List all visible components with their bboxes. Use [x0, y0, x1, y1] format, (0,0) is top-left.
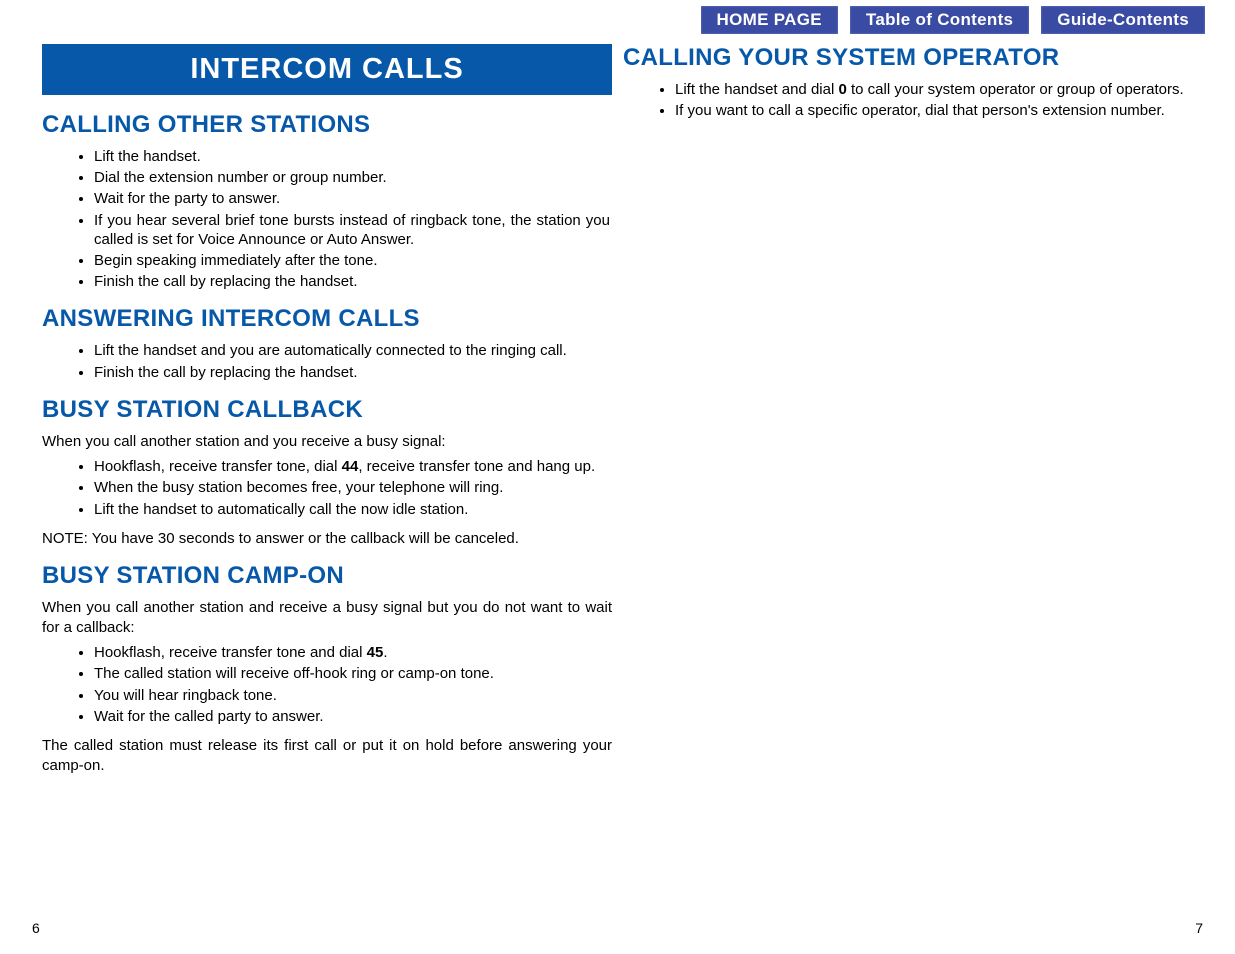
list-item: When the busy station becomes free, your…: [94, 478, 612, 497]
list-item: Wait for the party to answer.: [94, 189, 612, 208]
page-number-left: 6: [32, 920, 40, 936]
list-item: If you want to call a specific operator,…: [675, 101, 1193, 120]
list-item: Begin speaking immediately after the ton…: [94, 251, 612, 270]
list-item: The called station will receive off-hook…: [94, 664, 612, 683]
list-item: Lift the handset and dial 0 to call your…: [675, 80, 1193, 99]
guide-contents-button[interactable]: Guide-Contents: [1041, 6, 1205, 34]
list-item: Lift the handset and you are automatical…: [94, 341, 612, 360]
list-item: Finish the call by replacing the handset…: [94, 272, 612, 291]
table-of-contents-button[interactable]: Table of Contents: [850, 6, 1029, 34]
list-calling-other-stations: Lift the handset. Dial the extension num…: [42, 147, 612, 291]
page-number-right: 7: [1195, 920, 1203, 936]
list-item: Lift the handset to automatically call t…: [94, 500, 612, 519]
list-answering-intercom: Lift the handset and you are automatical…: [42, 341, 612, 381]
section-title-busy-campon: BUSY STATION CAMP-ON: [42, 562, 612, 590]
list-busy-campon: Hookflash, receive transfer tone and dia…: [42, 643, 612, 726]
list-item: Hookflash, receive transfer tone and dia…: [94, 643, 612, 662]
right-page: CALLING YOUR SYSTEM OPERATOR Lift the ha…: [623, 44, 1193, 130]
page-banner: INTERCOM CALLS: [42, 44, 612, 95]
list-item: If you hear several brief tone bursts in…: [94, 211, 612, 249]
home-page-button[interactable]: HOME PAGE: [701, 6, 838, 34]
intro-text: When you call another station and receiv…: [42, 598, 612, 637]
list-item: Finish the call by replacing the handset…: [94, 363, 612, 382]
nav-bar: HOME PAGE Table of Contents Guide-Conten…: [701, 6, 1205, 34]
note-text: NOTE: You have 30 seconds to answer or t…: [42, 529, 612, 549]
list-item: Wait for the called party to answer.: [94, 707, 612, 726]
left-page: INTERCOM CALLS CALLING OTHER STATIONS Li…: [42, 44, 612, 785]
list-item: Hookflash, receive transfer tone, dial 4…: [94, 457, 612, 476]
section-title-answering-intercom: ANSWERING INTERCOM CALLS: [42, 305, 612, 333]
list-item: Dial the extension number or group numbe…: [94, 168, 612, 187]
list-item: You will hear ringback tone.: [94, 686, 612, 705]
section-title-busy-callback: BUSY STATION CALLBACK: [42, 396, 612, 424]
list-busy-callback: Hookflash, receive transfer tone, dial 4…: [42, 457, 612, 519]
intro-text: When you call another station and you re…: [42, 432, 612, 452]
list-item: Lift the handset.: [94, 147, 612, 166]
closing-text: The called station must release its firs…: [42, 736, 612, 775]
section-title-calling-other-stations: CALLING OTHER STATIONS: [42, 111, 612, 139]
list-calling-operator: Lift the handset and dial 0 to call your…: [623, 80, 1193, 120]
section-title-calling-operator: CALLING YOUR SYSTEM OPERATOR: [623, 44, 1193, 72]
